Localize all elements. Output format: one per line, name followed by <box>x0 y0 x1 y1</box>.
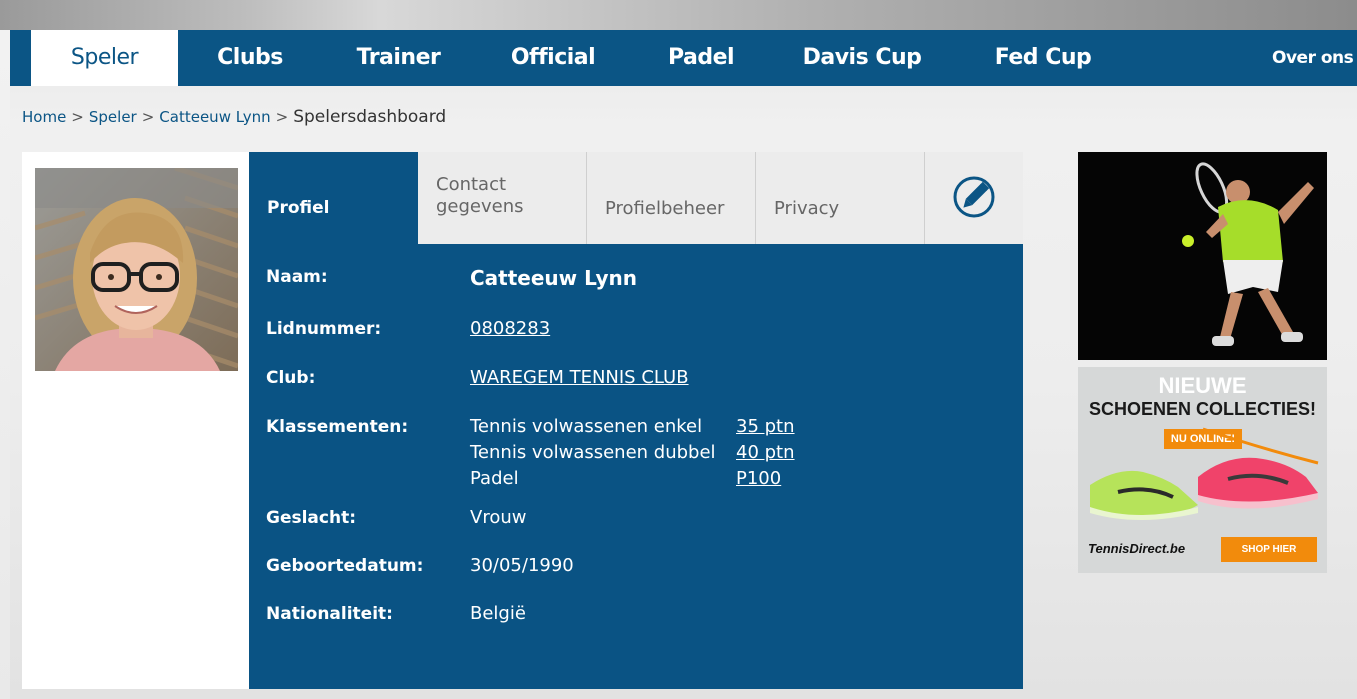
advert-shoes[interactable]: NIEUWE SCHOENEN COLLECTIES! NU ONLINE! T… <box>1078 367 1327 573</box>
advert-brand: TennisDirect.be <box>1088 541 1186 556</box>
tab-contactgegevens-label: Contact gegevens <box>436 174 524 218</box>
tab-contactgegevens[interactable]: Contact gegevens <box>418 152 587 244</box>
naam-label: Naam: <box>266 267 328 287</box>
geboortedatum-value: 30/05/1990 <box>470 555 574 576</box>
profile-photo <box>35 168 238 371</box>
breadcrumb-separator: > <box>141 108 155 126</box>
nationaliteit-value: België <box>470 603 526 624</box>
lidnummer-label: Lidnummer: <box>266 319 382 339</box>
klassement-name: Tennis volwassenen enkel <box>470 416 703 437</box>
main-nav: Speler Clubs Trainer Official Padel Davi… <box>10 30 1357 86</box>
breadcrumb-separator: > <box>71 108 84 126</box>
club-label: Club: <box>266 368 316 388</box>
shop-now-button[interactable]: SHOP HIER <box>1221 537 1317 562</box>
naam-value: Catteeuw Lynn <box>470 266 638 290</box>
tab-privacy[interactable]: Privacy <box>756 152 925 244</box>
geslacht-label: Geslacht: <box>266 508 357 528</box>
club-link[interactable]: WAREGEM TENNIS CLUB <box>470 367 689 388</box>
breadcrumb-home[interactable]: Home <box>22 108 66 126</box>
breadcrumb-speler[interactable]: Speler <box>89 108 137 126</box>
nav-item-over-ons[interactable]: Over ons <box>1272 30 1357 86</box>
profile-card: Profiel Contact gegevens Profielbeheer Pr… <box>249 152 1023 689</box>
nav-item-clubs[interactable]: Clubs <box>205 30 295 86</box>
lidnummer-link[interactable]: 0808283 <box>470 318 550 339</box>
nav-item-trainer[interactable]: Trainer <box>345 30 452 86</box>
geboortedatum-label: Geboortedatum: <box>266 556 424 576</box>
pencil-icon <box>953 176 995 218</box>
tab-contact-line1: Contact <box>436 174 507 195</box>
page-edge <box>0 30 10 699</box>
tab-profiel-label: Profiel <box>267 198 330 218</box>
klassement-name: Padel <box>470 468 519 489</box>
profile-tabs: Profiel Contact gegevens Profielbeheer Pr… <box>249 152 1023 244</box>
breadcrumb-separator: > <box>275 108 289 126</box>
klassement-value-link[interactable]: 35 ptn <box>736 416 795 437</box>
tennis-player-image <box>1078 152 1327 360</box>
klassementen-label: Klassementen: <box>266 417 409 437</box>
nav-item-fed-cup[interactable]: Fed Cup <box>987 30 1099 86</box>
edit-profile-button[interactable] <box>925 152 1023 244</box>
nav-item-padel[interactable]: Padel <box>655 30 747 86</box>
breadcrumb-current: Spelersdashboard <box>293 107 447 127</box>
geslacht-value: Vrouw <box>470 507 527 528</box>
nav-item-speler[interactable]: Speler <box>31 30 178 86</box>
klassement-value-link[interactable]: P100 <box>736 468 781 489</box>
tab-privacy-label: Privacy <box>774 198 840 219</box>
nationaliteit-label: Nationaliteit: <box>266 604 393 624</box>
klassement-name: Tennis volwassenen dubbel <box>470 442 716 463</box>
header-background-image <box>0 0 1357 30</box>
tab-profielbeheer-label: Profielbeheer <box>605 198 725 219</box>
breadcrumb-player[interactable]: Catteeuw Lynn <box>159 108 270 126</box>
tab-profielbeheer[interactable]: Profielbeheer <box>587 152 756 244</box>
nav-item-official[interactable]: Official <box>503 30 603 86</box>
breadcrumb: Home > Speler > Catteeuw Lynn > Spelersdashboa… <box>22 107 446 131</box>
klassement-value-link[interactable]: 40 ptn <box>736 442 795 463</box>
tab-profiel[interactable]: Profiel <box>249 152 418 244</box>
tab-contact-line2: gegevens <box>436 196 524 217</box>
nav-item-davis-cup[interactable]: Davis Cup <box>796 30 928 86</box>
advert-tennis-player[interactable] <box>1078 152 1327 360</box>
